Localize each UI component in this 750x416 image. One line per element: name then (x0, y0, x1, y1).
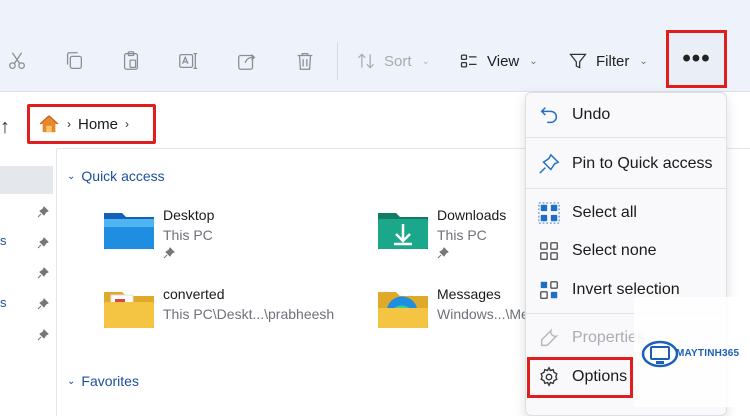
view-icon (460, 54, 477, 68)
menu-item-label: Undo (572, 106, 611, 123)
menu-item-label: Select all (572, 204, 637, 221)
chevron-right-icon[interactable]: › (125, 117, 129, 131)
sort-icon (358, 53, 374, 69)
toolbar-separator (337, 42, 338, 80)
chevron-down-icon: ⌄ (67, 375, 76, 387)
filter-label: Filter (596, 52, 630, 70)
section-title: Favorites (81, 373, 139, 389)
folder-location: This PC\Deskt...\prabheesh (163, 306, 335, 322)
breadcrumb[interactable]: › Home › (27, 104, 156, 144)
home-icon (39, 115, 59, 133)
cut-icon[interactable] (4, 48, 30, 74)
quick-access-header[interactable]: ⌄ Quick access (67, 168, 165, 184)
pin-icon (539, 153, 560, 174)
pin-icon (37, 267, 49, 279)
nav-item-label[interactable]: s (0, 233, 7, 248)
folder-name: Downloads (437, 207, 507, 223)
up-arrow-icon[interactable]: ↑ (0, 116, 10, 139)
folder-name: Desktop (163, 207, 215, 223)
folder-location: This PC (437, 227, 487, 243)
menu-item-label: Select none (572, 242, 657, 259)
share-icon[interactable] (234, 48, 260, 74)
undo-icon (540, 107, 557, 124)
sort-button[interactable]: Sort ⌄ (356, 46, 430, 76)
pin-icon (163, 247, 175, 259)
folder-name: Messages (437, 286, 501, 302)
pin-icon (37, 298, 49, 310)
folder-name: converted (163, 286, 225, 302)
folder-converted[interactable]: converted This PC\Deskt...\prabheesh (103, 286, 353, 342)
pin-icon (37, 237, 49, 249)
menu-separator (526, 188, 726, 189)
chevron-down-icon: ⌄ (421, 55, 430, 67)
messages-folder-icon (378, 292, 428, 328)
nav-item-label[interactable]: s (0, 295, 7, 310)
menu-separator (526, 137, 726, 138)
view-button[interactable]: View ⌄ (459, 46, 538, 76)
watermark-logo-icon (641, 340, 679, 368)
menu-item-pin-quick-access[interactable]: Pin to Quick access (526, 148, 726, 180)
delete-icon[interactable] (292, 48, 318, 74)
see-more-button[interactable]: ••• (666, 30, 727, 88)
menu-item-undo[interactable]: Undo (526, 99, 726, 131)
folder-desktop[interactable]: Desktop This PC (103, 207, 353, 263)
folder-icon (104, 292, 154, 328)
chevron-down-icon: ⌄ (529, 55, 538, 67)
watermark-brand: MAYTINH365 (676, 348, 740, 359)
menu-item-select-none[interactable]: Select none (526, 235, 726, 267)
desktop-folder-icon (104, 213, 154, 249)
options-highlight (527, 357, 633, 398)
view-label: View (487, 52, 520, 70)
select-none-icon (540, 242, 558, 260)
nav-item-selected[interactable] (0, 166, 53, 194)
breadcrumb-home[interactable]: Home (78, 116, 118, 133)
chevron-down-icon: ⌄ (639, 55, 648, 67)
chevron-down-icon: ⌄ (67, 170, 76, 182)
folder-location: Windows...\Me (437, 306, 529, 322)
menu-item-label: Pin to Quick access (572, 155, 713, 172)
sort-label: Sort (384, 52, 412, 70)
favorites-header[interactable]: ⌄ Favorites (67, 373, 139, 389)
pin-icon (37, 206, 49, 218)
folder-location: This PC (163, 227, 213, 243)
section-title: Quick access (81, 168, 165, 184)
invert-selection-icon (540, 281, 558, 299)
menu-item-select-all[interactable]: Select all (526, 197, 726, 229)
properties-icon (540, 328, 559, 347)
downloads-folder-icon (378, 213, 428, 249)
rename-icon[interactable] (175, 48, 201, 74)
filter-icon (569, 53, 587, 69)
copy-icon[interactable] (61, 48, 87, 74)
pin-icon (37, 329, 49, 341)
filter-button[interactable]: Filter ⌄ (568, 46, 648, 76)
chevron-right-icon: › (67, 117, 71, 131)
paste-icon[interactable] (118, 48, 144, 74)
pin-icon (437, 247, 449, 259)
more-icon: ••• (682, 45, 711, 72)
select-all-icon (538, 202, 560, 224)
